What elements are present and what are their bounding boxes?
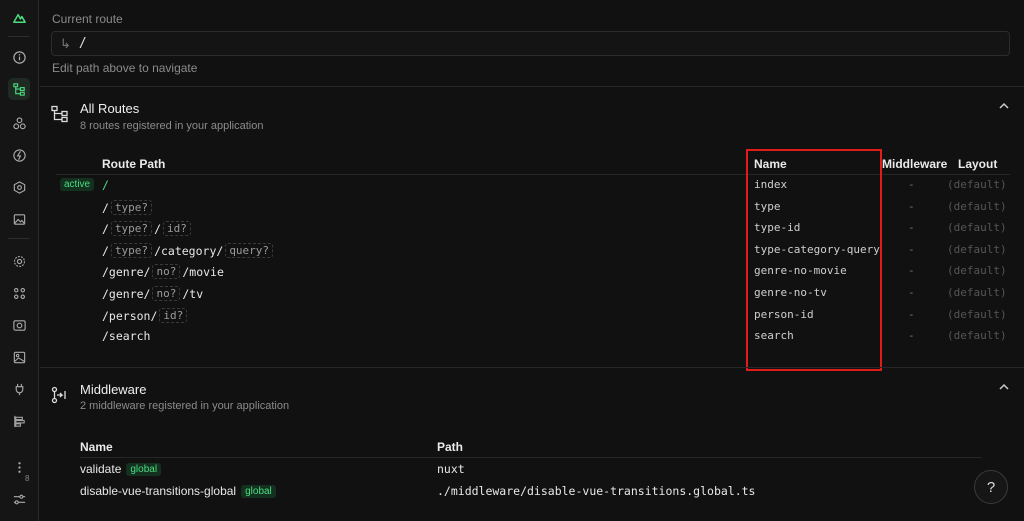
plugins-icon[interactable] — [8, 282, 30, 304]
timeline-icon[interactable] — [8, 410, 30, 432]
route-path-value[interactable]: / — [79, 36, 87, 51]
route-layout: (default) — [947, 221, 1007, 234]
global-badge: global — [241, 484, 276, 498]
nuxt-logo-icon[interactable] — [8, 6, 30, 28]
route-path-link[interactable]: / type? / id? — [102, 221, 193, 236]
route-layout: (default) — [947, 329, 1007, 342]
route-hint: Edit path above to navigate — [52, 61, 198, 75]
route-segment: / — [102, 200, 109, 215]
current-route-label: Current route — [52, 12, 123, 26]
route-path-link[interactable]: /search — [102, 329, 150, 343]
sliders-icon[interactable] — [8, 488, 30, 510]
middleware-section-subtitle: 2 middleware registered in your applicat… — [80, 400, 290, 412]
middleware-row-name[interactable]: disable-vue-transitions-global global — [80, 484, 276, 498]
middleware-path: ./middleware/disable-vue-transitions.glo… — [437, 484, 756, 498]
route-param: no? — [152, 286, 181, 301]
routes-tree-icon — [51, 105, 68, 123]
info-icon[interactable] — [8, 46, 30, 68]
routes-section-title: All Routes — [80, 101, 140, 116]
route-path-link[interactable]: / — [102, 178, 109, 192]
section-divider — [40, 86, 1024, 87]
route-param: id? — [159, 308, 188, 323]
route-layout: (default) — [947, 308, 1007, 321]
routes-icon[interactable] — [8, 78, 30, 100]
active-badge: active — [60, 178, 95, 191]
image-icon[interactable] — [8, 208, 30, 230]
route-segment: / — [102, 221, 109, 236]
middleware-name: disable-vue-transitions-global — [80, 484, 237, 498]
route-segment: / — [102, 243, 109, 258]
route-middleware: - — [908, 264, 915, 277]
settings-icon[interactable] — [8, 250, 30, 272]
modules-icon[interactable] — [8, 176, 30, 198]
chevron-up-icon[interactable] — [998, 100, 1010, 112]
middleware-name: validate — [80, 462, 122, 476]
column-header-layout[interactable]: Layout — [958, 157, 997, 171]
middleware-section-title: Middleware — [80, 382, 147, 397]
route-path-link[interactable]: / type? — [102, 200, 154, 215]
route-param: no? — [152, 264, 181, 279]
route-path-link[interactable]: / type?/category/query? — [102, 243, 275, 258]
route-layout: (default) — [947, 243, 1007, 256]
routes-section-subtitle: 8 routes registered in your application — [80, 120, 264, 132]
assets-icon[interactable] — [8, 346, 30, 368]
route-middleware: - — [908, 286, 915, 299]
route-path-link[interactable]: /genre/no?/movie — [102, 264, 224, 279]
highlight-box — [746, 149, 882, 371]
section-divider — [40, 367, 1024, 368]
route-middleware: - — [908, 221, 915, 234]
chevron-up-icon[interactable] — [998, 381, 1010, 393]
route-segment: / — [154, 221, 161, 236]
route-path-input[interactable]: ↳ / — [51, 31, 1010, 56]
route-segment: /movie — [182, 264, 224, 279]
plug-icon[interactable] — [8, 378, 30, 400]
route-path-link[interactable]: /genre/no?/tv — [102, 286, 203, 301]
route-middleware: - — [908, 329, 915, 342]
more-count: 8 — [25, 474, 30, 483]
route-segment: / — [102, 178, 109, 192]
route-layout: (default) — [947, 200, 1007, 213]
route-segment: /person/ — [102, 308, 158, 323]
sidebar-divider — [8, 238, 30, 239]
components-icon[interactable] — [8, 112, 30, 134]
lightning-icon[interactable] — [8, 144, 30, 166]
route-layout: (default) — [947, 264, 1007, 277]
return-arrow-icon: ↳ — [60, 35, 71, 51]
middleware-row-name[interactable]: validate global — [80, 462, 162, 476]
middleware-path: nuxt — [437, 462, 465, 476]
route-param: type? — [110, 243, 153, 258]
camera-icon[interactable] — [8, 314, 30, 336]
route-segment: /category/ — [154, 243, 224, 258]
route-param: type? — [110, 200, 153, 215]
route-segment: /genre/ — [102, 264, 151, 279]
column-header-mw-name[interactable]: Name — [80, 440, 113, 454]
route-segment: /search — [102, 329, 151, 343]
column-header-mw-path[interactable]: Path — [437, 440, 463, 454]
sidebar-divider — [8, 36, 30, 37]
route-segment: /genre/ — [102, 286, 151, 301]
mw-table-header-divider — [80, 457, 982, 458]
route-layout: (default) — [947, 286, 1007, 299]
middleware-icon — [51, 386, 66, 404]
route-segment: /tv — [182, 286, 204, 301]
route-layout: (default) — [947, 178, 1007, 191]
help-button[interactable]: ? — [974, 470, 1008, 504]
column-header-route-path[interactable]: Route Path — [102, 157, 165, 171]
route-middleware: - — [908, 243, 915, 256]
route-param: type? — [110, 221, 153, 236]
route-path-link[interactable]: /person/id? — [102, 308, 189, 323]
sidebar: 8 — [0, 0, 39, 521]
column-header-middleware[interactable]: Middleware — [882, 157, 947, 171]
route-middleware: - — [908, 200, 915, 213]
route-middleware: - — [908, 178, 915, 191]
route-middleware: - — [908, 308, 915, 321]
global-badge: global — [126, 462, 162, 476]
main-panel: Current route ↳ / Edit path above to nav… — [40, 0, 1024, 521]
route-param: query? — [225, 243, 274, 258]
route-param: id? — [163, 221, 191, 236]
